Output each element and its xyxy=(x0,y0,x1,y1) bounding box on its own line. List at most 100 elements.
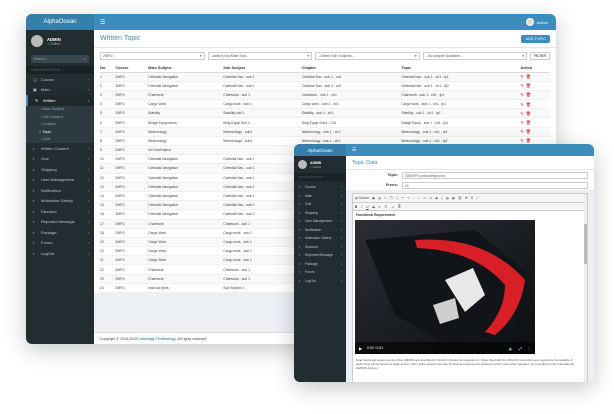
source-button[interactable]: ▤ Source xyxy=(355,196,369,200)
sidebar-subitem-sub-subject[interactable]: ○ Sub Subject xyxy=(26,113,94,121)
undo-icon[interactable]: ↶ xyxy=(402,196,405,200)
sidebar-item-discount[interactable]: ▪ Discount ‹ xyxy=(26,206,94,217)
scrollbar-thumb[interactable] xyxy=(584,224,587,264)
image-icon[interactable]: ▨ xyxy=(446,196,449,200)
table-icon[interactable]: ▦ xyxy=(452,196,455,200)
sidebar-item-main[interactable]: ▣ Main ‹ xyxy=(26,85,94,96)
sidebar-item-shipping[interactable]: ▪ Shipping ‹ xyxy=(294,209,346,218)
strike-icon[interactable]: S xyxy=(373,205,375,209)
textfield-icon[interactable]: ▯ xyxy=(441,196,443,200)
paste-icon[interactable]: ▢ xyxy=(396,196,399,200)
sidebar-item-reported-message[interactable]: ▪ Reported Message ‹ xyxy=(294,251,346,260)
sidebar-search-input[interactable]: Search... ⌕ xyxy=(31,55,89,63)
sidebar-item-user-management[interactable]: ▪ User Management ‹ xyxy=(26,175,94,186)
underline-icon[interactable]: U xyxy=(366,205,368,209)
align-icon[interactable]: ≣ xyxy=(398,205,401,209)
sidebar-item-package[interactable]: ▪ Package ‹ xyxy=(294,260,346,269)
sub-subject-select[interactable]: --Select Sub Subjects-- ▾ xyxy=(315,52,420,60)
sidebar-item-forum[interactable]: ▪ Forum ‹ xyxy=(26,238,94,249)
indent-icon[interactable]: ⇥ xyxy=(391,205,394,209)
sidebar-item-notification[interactable]: ▪ Notification ‹ xyxy=(294,226,346,235)
edit-icon[interactable]: ✎ xyxy=(520,111,523,116)
sidebar-subitem-q-a[interactable]: ○ Q&A xyxy=(26,135,94,143)
delete-icon[interactable]: 🗑 xyxy=(526,83,531,88)
column-header[interactable]: Sub Subject xyxy=(223,64,302,73)
sidebar-item-shipping[interactable]: ▪ Shipping ‹ xyxy=(26,164,94,175)
brand-logo[interactable]: AlphaOcean xyxy=(26,14,94,30)
maximize-icon[interactable]: ⤢ xyxy=(476,196,479,200)
save-icon[interactable]: ▣ xyxy=(372,196,375,200)
sidebar-item-forum[interactable]: ▪ Forum ‹ xyxy=(294,268,346,277)
sidebar-subitem-topic[interactable]: ○ Topic xyxy=(26,128,94,136)
volume-icon[interactable]: 🔈 xyxy=(509,346,514,351)
sidebar-subitem-chapter[interactable]: ○ Chapter xyxy=(26,120,94,128)
column-header[interactable]: Chapter xyxy=(301,64,402,73)
link-icon[interactable]: ⛓ xyxy=(458,196,462,200)
sidebar-item-motivation-gallery[interactable]: ▪ Motivation Gallery ‹ xyxy=(294,234,346,243)
sidebar-item-logout[interactable]: ▪ LogOut ‹ xyxy=(26,248,94,259)
sidebar-item-oral[interactable]: ▪ Oral ‹ xyxy=(294,200,346,209)
sidebar-item-notification[interactable]: ▪ Notification ‹ xyxy=(26,185,94,196)
sidebar-item-written-content[interactable]: ▪ Written Content ‹ xyxy=(26,143,94,154)
editor-scrollbar[interactable] xyxy=(584,194,587,382)
bold-icon[interactable]: B xyxy=(355,205,357,209)
topic-input[interactable]: ISM/ISPS code/colregs.xxxx xyxy=(402,171,588,179)
delete-icon[interactable]: 🗑 xyxy=(526,120,531,125)
sidebar-item-main[interactable]: ▪ Main ‹ xyxy=(294,192,346,201)
course-select[interactable]: 2MFG ▾ xyxy=(100,52,205,60)
search-icon[interactable]: ⌕ xyxy=(84,56,86,61)
sidebar-item-course[interactable]: ❑ Course ‹ xyxy=(26,74,94,85)
edit-icon[interactable]: ✎ xyxy=(520,102,523,107)
delete-icon[interactable]: 🗑 xyxy=(526,92,531,97)
footer-company-link[interactable]: Coleridge Technology xyxy=(138,337,175,341)
chapter-select[interactable]: --No chapter Available-- ▾ xyxy=(422,52,528,60)
column-header[interactable]: No. xyxy=(100,64,116,73)
italic-icon[interactable]: I xyxy=(361,205,362,209)
errors-input[interactable]: 43 xyxy=(402,181,588,189)
edit-icon[interactable]: ✎ xyxy=(520,83,523,88)
main-subject-select[interactable]: --select your Main Sub-- ▾ xyxy=(207,52,313,60)
column-header[interactable]: Course xyxy=(115,64,149,73)
sidebar-item-oral[interactable]: ▪ Oral ‹ xyxy=(26,154,94,165)
edit-icon[interactable]: ✎ xyxy=(520,92,523,97)
edit-icon[interactable]: ✎ xyxy=(520,74,523,79)
sidebar-item-written[interactable]: ✎ Written ‹ xyxy=(26,95,94,106)
menu-toggle-icon[interactable]: ☰ xyxy=(352,147,356,153)
list-ordered-icon[interactable]: ≡ xyxy=(379,205,381,209)
sidebar-item-user-management[interactable]: ▪ User Management ‹ xyxy=(294,217,346,226)
user-menu[interactable]: Admin xyxy=(525,18,548,26)
redo-icon[interactable]: ↷ xyxy=(407,196,410,200)
form-icon[interactable]: ▭ xyxy=(423,196,426,200)
delete-icon[interactable]: 🗑 xyxy=(526,138,531,143)
brand-logo[interactable]: AlphaOcean xyxy=(294,144,346,156)
spellcheck-icon[interactable]: ✓ xyxy=(418,196,421,200)
menu-toggle-icon[interactable]: ☰ xyxy=(100,19,105,26)
template-icon[interactable]: ▥ xyxy=(378,196,381,200)
video-player[interactable]: ▶ 0:00 / 0:51 🔈 ⤢ ⋮ xyxy=(355,220,535,354)
add-topic-button[interactable]: ADD TOPIC xyxy=(521,34,550,43)
delete-icon[interactable]: 🗑 xyxy=(526,74,531,79)
special-char-icon[interactable]: Ω xyxy=(471,196,473,200)
delete-icon[interactable]: 🗑 xyxy=(526,129,531,134)
radio-icon[interactable]: ◉ xyxy=(435,196,438,200)
fullscreen-icon[interactable]: ⤢ xyxy=(519,346,522,351)
rich-text-editor[interactable]: ▤ Source ▣ ▥ ✂ ❐ ▢ ↶ ↷ ⌕ ✓ ▭ ☑ ◉ ▯ ▨ ▦ ⛓… xyxy=(352,193,588,382)
delete-icon[interactable]: 🗑 xyxy=(526,102,531,107)
cut-icon[interactable]: ✂ xyxy=(384,196,387,200)
copy-icon[interactable]: ❐ xyxy=(390,196,393,200)
column-header[interactable]: Topic xyxy=(401,64,521,73)
column-header[interactable]: Action xyxy=(520,64,550,73)
sidebar-item-course[interactable]: ▪ Course ‹ xyxy=(294,183,346,192)
find-icon[interactable]: ⌕ xyxy=(413,196,415,200)
column-header[interactable]: Main Subject xyxy=(148,64,224,73)
sidebar-subitem-main-subject[interactable]: ○ Main Subject xyxy=(26,105,94,113)
sidebar-item-discount[interactable]: ▪ Discount ‹ xyxy=(294,243,346,252)
sidebar-item-reported-message[interactable]: ▪ Reported Message ‹ xyxy=(26,217,94,228)
sidebar-item-motivation-gallery[interactable]: ▪ Motivation Gallery ‹ xyxy=(26,196,94,207)
edit-icon[interactable]: ✎ xyxy=(520,138,523,143)
filter-button[interactable]: FILTER xyxy=(530,52,550,60)
sidebar-item-logout[interactable]: ▪ LogOut ‹ xyxy=(294,277,346,286)
edit-icon[interactable]: ✎ xyxy=(520,129,523,134)
edit-icon[interactable]: ✎ xyxy=(520,120,523,125)
checkbox-icon[interactable]: ☑ xyxy=(429,196,432,200)
